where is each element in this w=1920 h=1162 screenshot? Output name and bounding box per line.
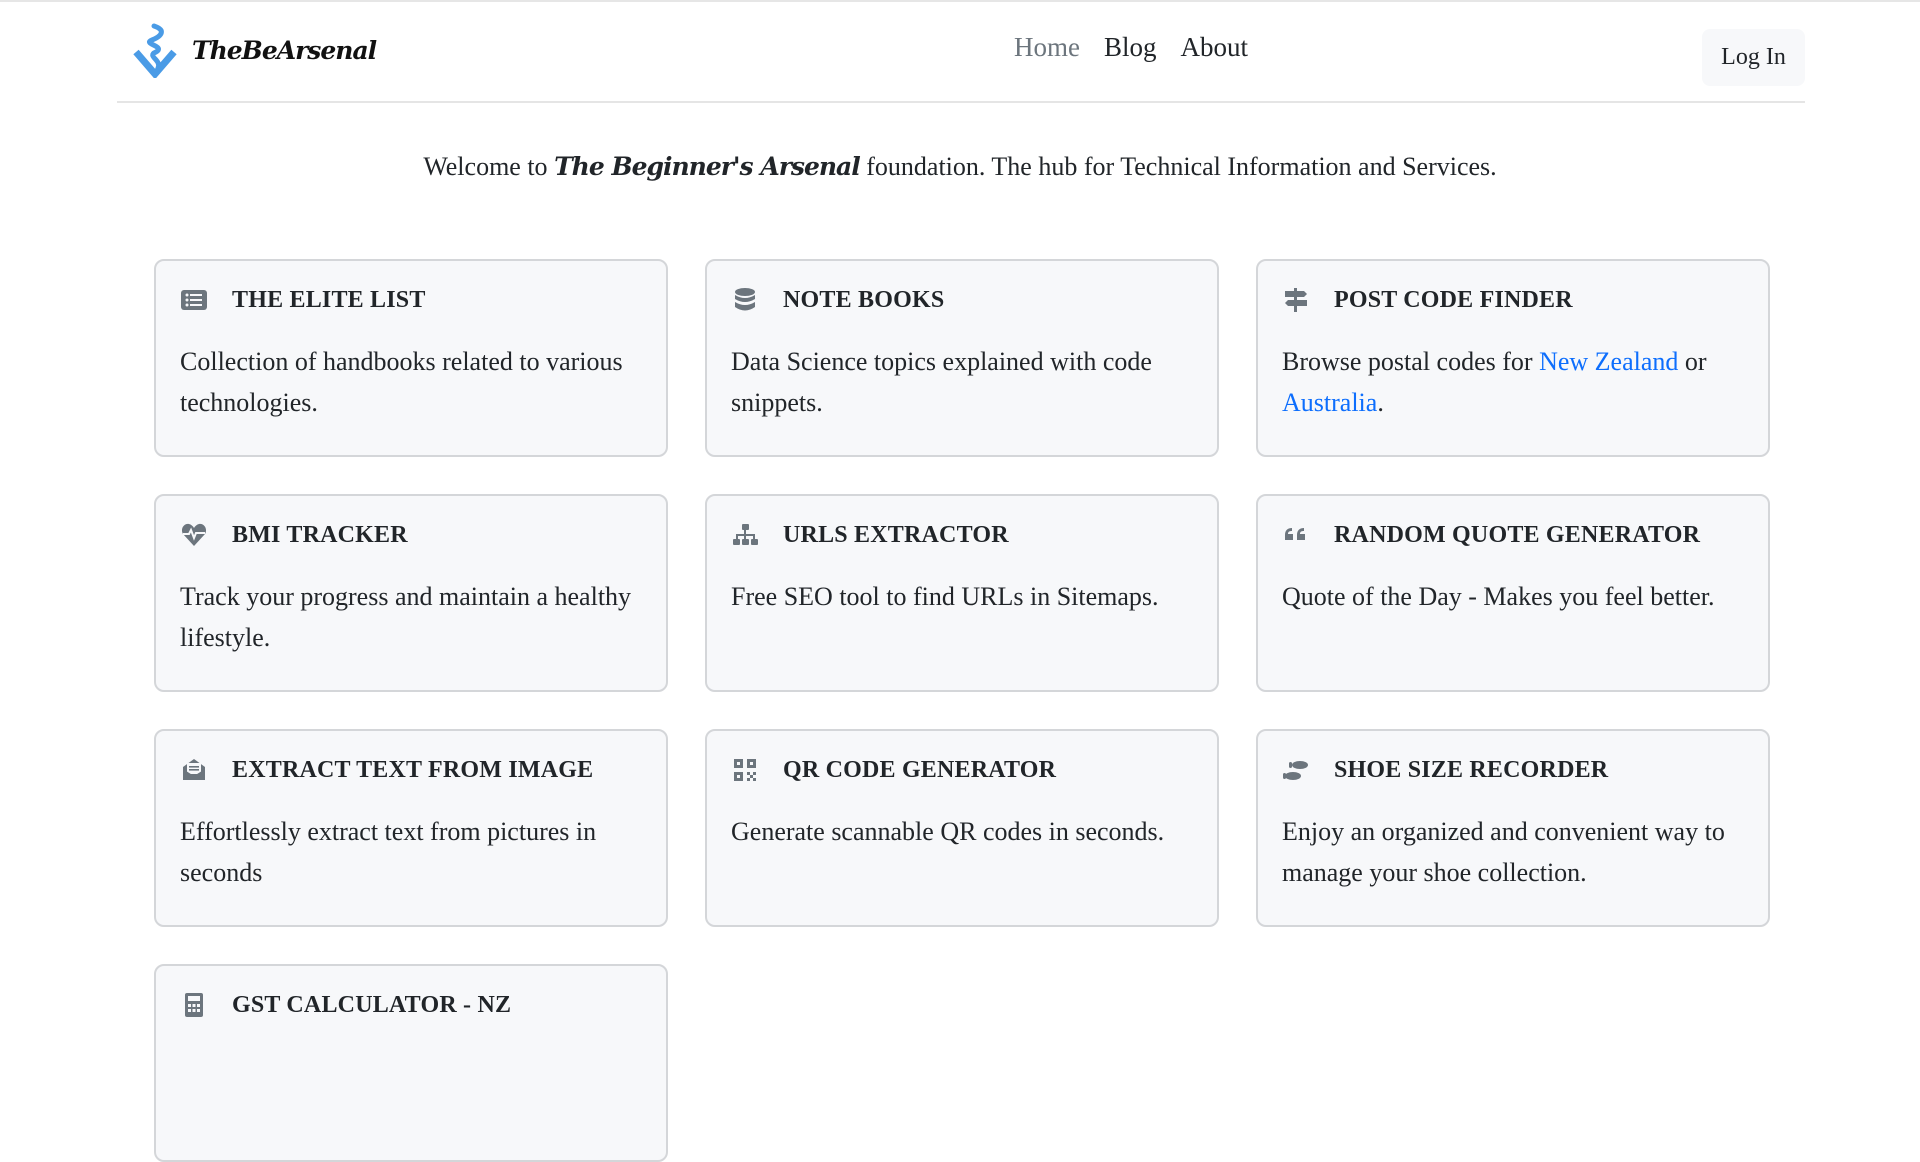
card-description-text: . [1377, 388, 1384, 417]
card-description: Enjoy an organized and convenient way to… [1282, 817, 1725, 887]
welcome-message: Welcome to The Beginner's Arsenal founda… [0, 152, 1920, 182]
signpost-icon [1282, 286, 1310, 314]
card-title: URLS EXTRACTOR [783, 521, 1009, 548]
card-urls-extractor[interactable]: URLS EXTRACTOR Free SEO tool to find URL… [705, 494, 1219, 692]
card-description-text: Browse postal codes for [1282, 347, 1540, 376]
database-icon [731, 286, 759, 314]
site-header: TheBeArsenal Home Blog About Log In [117, 2, 1805, 103]
card-title: QR CODE GENERATOR [783, 756, 1057, 783]
card-title: POST CODE FINDER [1334, 286, 1573, 313]
card-shoe-size-recorder[interactable]: SHOE SIZE RECORDER Enjoy an organized an… [1256, 729, 1770, 927]
welcome-emphasis: The Beginner's Arsenal [554, 152, 861, 181]
nav-about[interactable]: About [1169, 32, 1261, 63]
card-title: RANDOM QUOTE GENERATOR [1334, 521, 1701, 548]
services-grid: THE ELITE LIST Collection of handbooks r… [154, 259, 1770, 1162]
card-title: GST CALCULATOR - NZ [232, 991, 512, 1018]
card-description: Track your progress and maintain a healt… [180, 582, 632, 652]
list-icon [180, 286, 208, 314]
calculator-icon [180, 991, 208, 1019]
card-title: EXTRACT TEXT FROM IMAGE [232, 756, 594, 783]
nav-blog[interactable]: Blog [1092, 32, 1169, 63]
card-description: Browse postal codes for New Zealand or A… [1282, 341, 1744, 423]
brand-name: TheBeArsenal [192, 35, 377, 65]
card-title: NOTE BOOKS [783, 286, 945, 313]
card-description: Free SEO tool to find URLs in Sitemaps. [731, 582, 1159, 611]
main-nav: Home Blog About [1002, 32, 1260, 63]
card-title: THE ELITE LIST [232, 286, 426, 313]
new-zealand-link[interactable]: New Zealand [1539, 347, 1678, 376]
welcome-suffix: foundation. The hub for Technical Inform… [859, 152, 1497, 181]
australia-link[interactable]: Australia [1282, 388, 1377, 417]
card-title: SHOE SIZE RECORDER [1334, 756, 1609, 783]
card-description: Quote of the Day - Makes you feel better… [1282, 582, 1715, 611]
card-elite-list[interactable]: THE ELITE LIST Collection of handbooks r… [154, 259, 668, 457]
card-qr-code-generator[interactable]: QR CODE GENERATOR Generate scannable QR … [705, 729, 1219, 927]
card-note-books[interactable]: NOTE BOOKS Data Science topics explained… [705, 259, 1219, 457]
card-description: Collection of handbooks related to vario… [180, 347, 623, 417]
brand-logo-icon [133, 23, 177, 78]
card-gst-calculator-nz[interactable]: GST CALCULATOR - NZ [154, 964, 668, 1162]
card-description: Effortlessly extract text from pictures … [180, 817, 597, 887]
card-title: BMI TRACKER [232, 521, 408, 548]
shoe-prints-icon [1282, 756, 1310, 784]
sitemap-icon [731, 521, 759, 549]
envelope-open-text-icon [180, 756, 208, 784]
card-bmi-tracker[interactable]: BMI TRACKER Track your progress and main… [154, 494, 668, 692]
card-post-code-finder[interactable]: POST CODE FINDER Browse postal codes for… [1256, 259, 1770, 457]
card-extract-text-from-image[interactable]: EXTRACT TEXT FROM IMAGE Effortlessly ext… [154, 729, 668, 927]
card-description: Generate scannable QR codes in seconds. [731, 817, 1165, 846]
nav-home[interactable]: Home [1002, 32, 1092, 63]
card-random-quote-generator[interactable]: RANDOM QUOTE GENERATOR Quote of the Day … [1256, 494, 1770, 692]
heart-pulse-icon [180, 521, 208, 549]
welcome-prefix: Welcome to [423, 152, 555, 181]
card-description-text: or [1678, 347, 1707, 376]
qrcode-icon [731, 756, 759, 784]
login-button[interactable]: Log In [1702, 29, 1805, 86]
card-description: Data Science topics explained with code … [731, 347, 1152, 417]
brand-home-link[interactable]: TheBeArsenal [132, 22, 377, 78]
quote-icon [1282, 521, 1310, 549]
